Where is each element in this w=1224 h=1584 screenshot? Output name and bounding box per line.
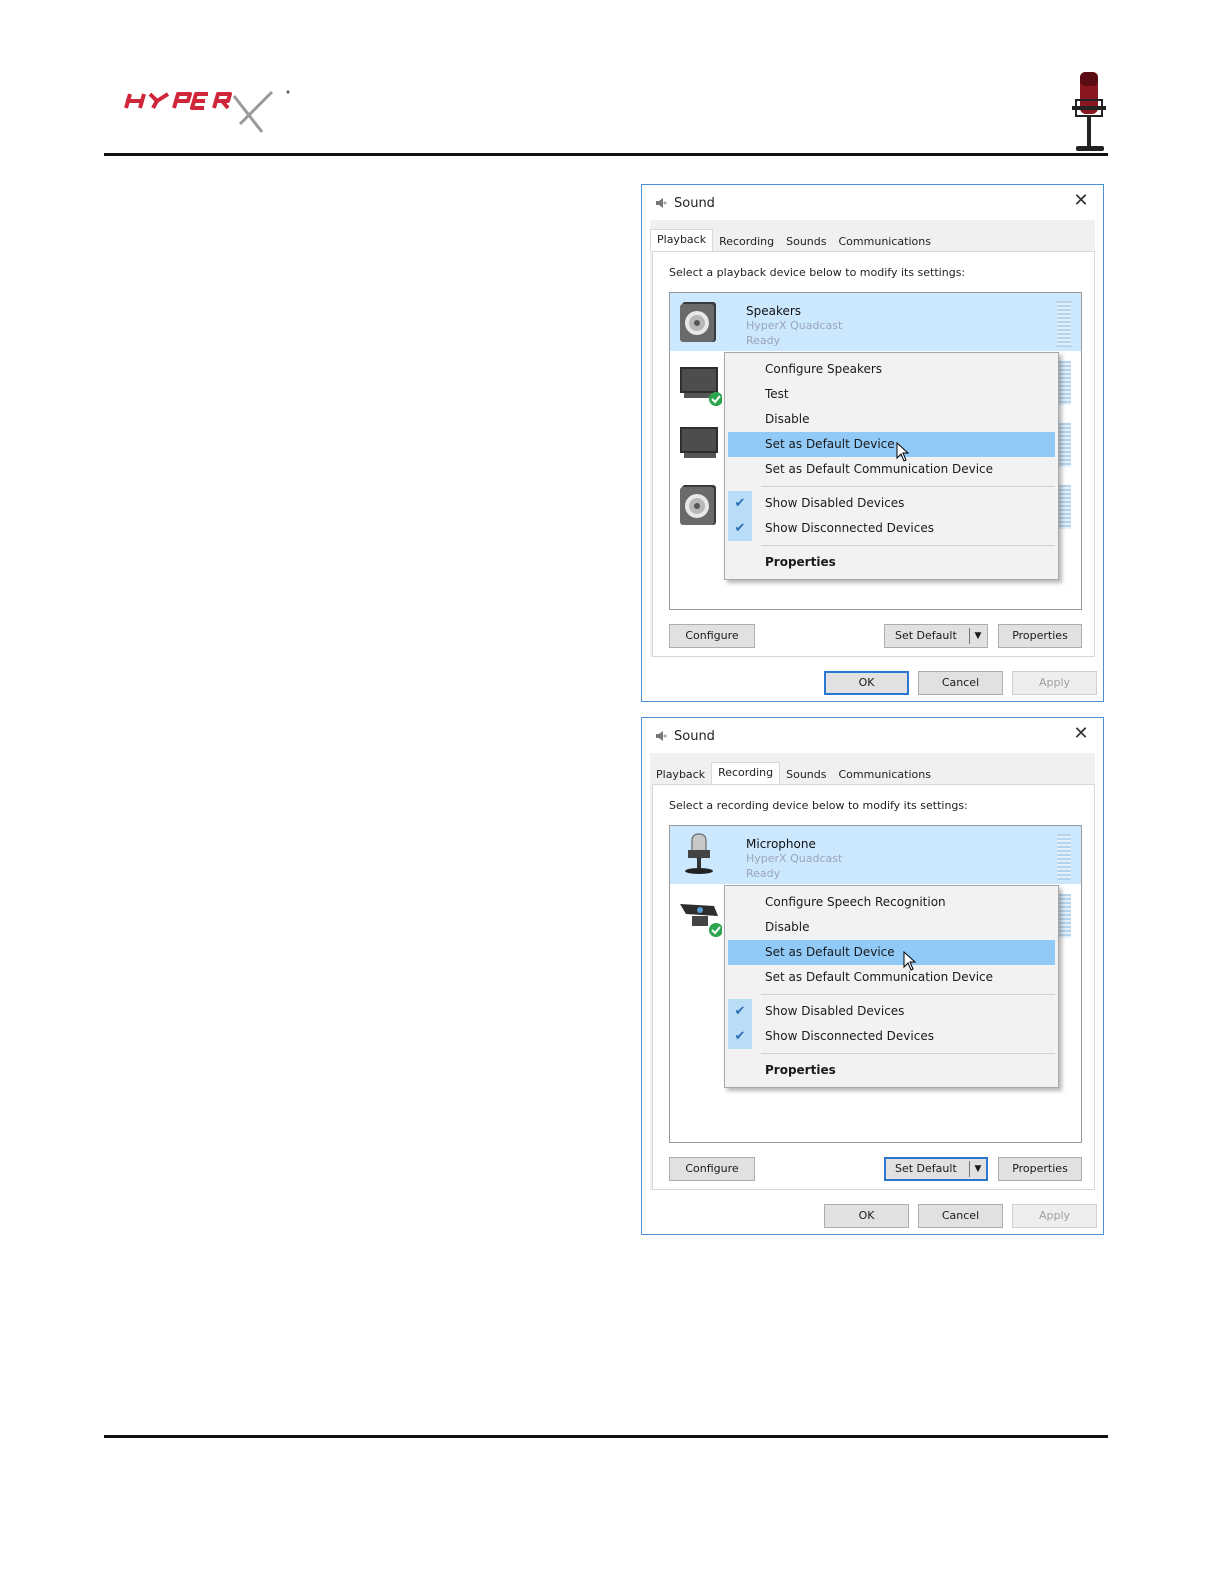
tab-sounds[interactable]: Sounds: [780, 765, 832, 785]
tab-communications[interactable]: Communications: [833, 232, 937, 252]
sound-dialog-playback: Sound ✕ Playback Recording Sounds Commun…: [641, 184, 1104, 702]
level-meter: [1057, 301, 1071, 347]
monitor-icon: [680, 427, 718, 458]
apply-button[interactable]: Apply: [1012, 671, 1097, 695]
tab-recording[interactable]: Recording: [711, 762, 781, 785]
cancel-button[interactable]: Cancel: [918, 1204, 1003, 1228]
set-default-split-button[interactable]: Set Default ▼: [884, 624, 988, 648]
menu-item-properties[interactable]: Properties: [725, 1058, 1058, 1083]
instruction-text: Select a playback device below to modify…: [669, 266, 966, 279]
webcam-icon: [680, 904, 722, 937]
apply-button[interactable]: Apply: [1012, 1204, 1097, 1228]
menu-item-disable[interactable]: Disable: [725, 915, 1058, 940]
menu-item-set-default-communication-device[interactable]: Set as Default Communication Device: [725, 457, 1058, 482]
menu-item-set-default-device[interactable]: Set as Default Device: [728, 940, 1055, 965]
menu-item-label: Show Disconnected Devices: [765, 521, 934, 535]
speaker-icon: [680, 302, 716, 342]
tab-communications[interactable]: Communications: [833, 765, 937, 785]
menu-item-disable[interactable]: Disable: [725, 407, 1058, 432]
tab-sounds[interactable]: Sounds: [780, 232, 832, 252]
instruction-text: Select a recording device below to modif…: [669, 799, 968, 812]
tab-recording[interactable]: Recording: [713, 232, 780, 252]
microphone-product-icon: [1072, 72, 1106, 151]
device-description: HyperX Quadcast: [746, 319, 843, 332]
device-name: Microphone: [746, 837, 816, 851]
menu-item-test[interactable]: Test: [725, 382, 1058, 407]
checkmark-icon: ✔: [728, 999, 752, 1024]
set-default-label: Set Default: [895, 1162, 957, 1175]
dialog-title: Sound: [674, 728, 715, 744]
menu-separator: [761, 1053, 1055, 1054]
tab-panel: Select a playback device below to modify…: [652, 251, 1095, 657]
menu-separator: [761, 994, 1055, 995]
menu-item-set-default-communication-device[interactable]: Set as Default Communication Device: [725, 965, 1058, 990]
tab-panel: Select a recording device below to modif…: [652, 784, 1095, 1190]
close-icon[interactable]: ✕: [1069, 722, 1093, 746]
mouse-cursor-icon: [903, 951, 917, 971]
menu-item-configure-speakers[interactable]: Configure Speakers: [725, 357, 1058, 382]
menu-item-label: Show Disabled Devices: [765, 496, 905, 510]
checkmark-icon: ✔: [728, 1024, 752, 1049]
device-status: Ready: [746, 334, 781, 347]
context-menu: Configure Speech Recognition Disable Set…: [724, 885, 1059, 1088]
level-meter: [1057, 834, 1071, 880]
level-meter: [1057, 361, 1071, 405]
menu-item-show-disabled-devices[interactable]: ✔ Show Disabled Devices: [725, 491, 1058, 516]
checkmark-icon: ✔: [728, 491, 752, 516]
device-name: Speakers: [746, 304, 802, 318]
sound-dialog-recording: Sound ✕ Playback Recording Sounds Commun…: [641, 717, 1104, 1235]
dropdown-arrow-icon[interactable]: ▼: [971, 1158, 985, 1180]
dialog-titlebar: Sound: [654, 191, 715, 215]
ok-button[interactable]: OK: [824, 671, 909, 695]
context-menu: Configure Speakers Test Disable Set as D…: [724, 352, 1059, 580]
speaker-icon: [680, 485, 716, 525]
menu-item-set-default-device[interactable]: Set as Default Device: [728, 432, 1055, 457]
hyperx-logo: [124, 90, 290, 133]
ok-button[interactable]: OK: [824, 1204, 909, 1228]
device-row-selected[interactable]: Speakers HyperX Quadcast Ready: [670, 293, 1081, 351]
close-icon[interactable]: ✕: [1069, 189, 1093, 213]
configure-button[interactable]: Configure: [669, 624, 755, 648]
sound-app-icon: [656, 198, 667, 208]
menu-item-show-disconnected-devices[interactable]: ✔ Show Disconnected Devices: [725, 1024, 1058, 1049]
mouse-cursor-icon: [896, 442, 910, 462]
dropdown-arrow-icon[interactable]: ▼: [971, 625, 985, 647]
set-default-split-button[interactable]: Set Default ▼: [884, 1157, 988, 1181]
menu-separator: [761, 545, 1055, 546]
level-meter: [1057, 894, 1071, 938]
device-row-selected[interactable]: Microphone HyperX Quadcast Ready: [670, 826, 1081, 884]
tab-playback[interactable]: Playback: [650, 229, 714, 252]
microphone-icon: [685, 833, 713, 874]
sound-app-icon: [656, 731, 667, 741]
menu-separator: [761, 486, 1055, 487]
header-rule: [104, 153, 1108, 156]
configure-button[interactable]: Configure: [669, 1157, 755, 1181]
device-description: HyperX Quadcast: [746, 852, 843, 865]
dialog-titlebar: Sound: [654, 724, 715, 748]
menu-item-show-disabled-devices[interactable]: ✔ Show Disabled Devices: [725, 999, 1058, 1024]
properties-button[interactable]: Properties: [998, 624, 1082, 648]
dialog-title: Sound: [674, 195, 715, 211]
monitor-icon: [680, 367, 722, 406]
footer-rule: [104, 1435, 1108, 1438]
menu-item-configure-speech-recognition[interactable]: Configure Speech Recognition: [725, 890, 1058, 915]
device-status: Ready: [746, 867, 781, 880]
checkmark-icon: ✔: [728, 516, 752, 541]
menu-item-label: Show Disconnected Devices: [765, 1029, 934, 1043]
level-meter: [1057, 485, 1071, 529]
level-meter: [1057, 423, 1071, 467]
menu-item-properties[interactable]: Properties: [725, 550, 1058, 575]
cancel-button[interactable]: Cancel: [918, 671, 1003, 695]
tab-bar: Playback Recording Sounds Communications: [650, 226, 937, 252]
properties-button[interactable]: Properties: [998, 1157, 1082, 1181]
menu-item-show-disconnected-devices[interactable]: ✔ Show Disconnected Devices: [725, 516, 1058, 541]
tab-playback[interactable]: Playback: [650, 765, 711, 785]
set-default-label: Set Default: [895, 629, 957, 642]
tab-bar: Playback Recording Sounds Communications: [650, 759, 937, 785]
menu-item-label: Show Disabled Devices: [765, 1004, 905, 1018]
